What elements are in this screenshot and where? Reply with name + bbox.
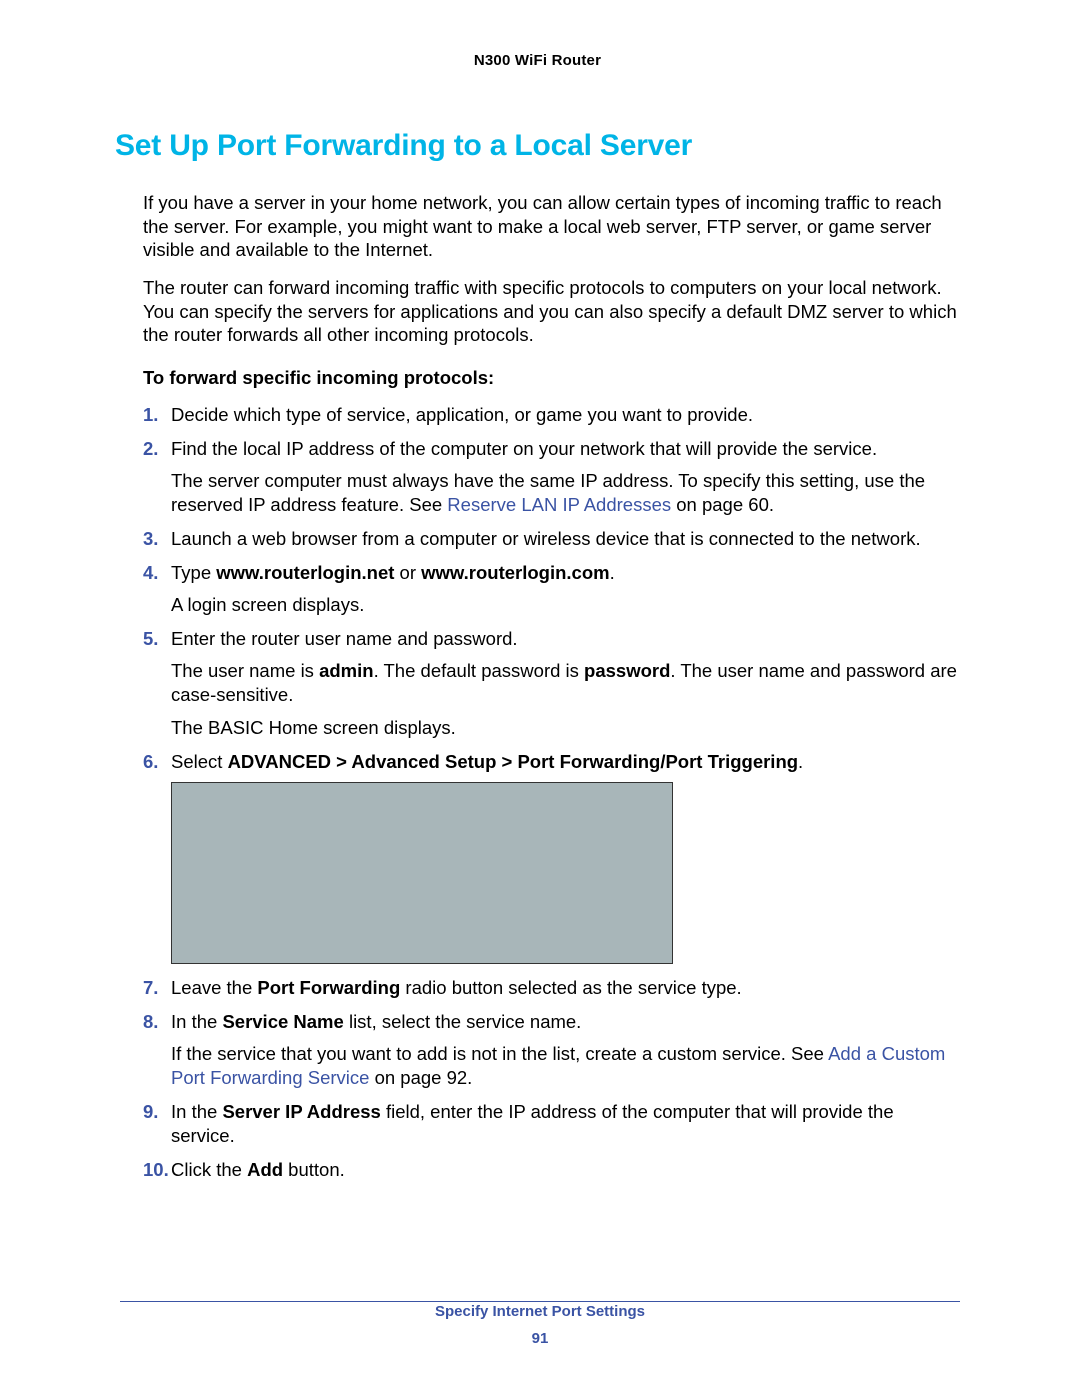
step-6-c: . <box>798 751 803 772</box>
step-4-sub: A login screen displays. <box>171 593 960 617</box>
step-6: Select ADVANCED > Advanced Setup > Port … <box>143 750 960 964</box>
step-9-a: In the <box>171 1101 222 1122</box>
step-10-a: Click the <box>171 1159 247 1180</box>
step-7-c: radio button selected as the service typ… <box>400 977 741 998</box>
step-4-end: . <box>610 562 615 583</box>
step-2: Find the local IP address of the compute… <box>143 437 960 517</box>
footer: Specify Internet Port Settings 91 <box>0 1303 1080 1347</box>
step-10: Click the Add button. <box>143 1158 960 1182</box>
step-4-a: Type <box>171 562 216 583</box>
step-8: In the Service Name list, select the ser… <box>143 1010 960 1090</box>
step-5-sub1-c: . The default password is <box>374 660 584 681</box>
step-5-sub2: The BASIC Home screen displays. <box>171 716 960 740</box>
step-8-sub-a: If the service that you want to add is n… <box>171 1043 828 1064</box>
step-4: Type www.routerlogin.net or www.routerlo… <box>143 561 960 617</box>
step-7-b: Port Forwarding <box>257 977 400 998</box>
footer-rule <box>120 1301 960 1302</box>
procedure-title: To forward specific incoming protocols: <box>143 367 960 389</box>
step-1: Decide which type of service, applicatio… <box>143 403 960 427</box>
step-8-sub-b: on page 92. <box>369 1067 472 1088</box>
intro-paragraph-2: The router can forward incoming traffic … <box>143 276 960 347</box>
screenshot-placeholder <box>171 782 673 964</box>
step-9: In the Server IP Address field, enter th… <box>143 1100 960 1148</box>
step-7-a: Leave the <box>171 977 257 998</box>
step-8-a: In the <box>171 1011 222 1032</box>
step-2-sub-b: on page 60. <box>671 494 774 515</box>
step-4-url2: www.routerlogin.com <box>421 562 609 583</box>
step-1-text: Decide which type of service, applicatio… <box>171 404 753 425</box>
header-product-title: N300 WiFi Router <box>115 52 960 69</box>
step-5-password: password <box>584 660 670 681</box>
step-3-text: Launch a web browser from a computer or … <box>171 528 921 549</box>
step-8-sub: If the service that you want to add is n… <box>171 1042 960 1090</box>
step-8-c: list, select the service name. <box>344 1011 582 1032</box>
steps-list: Decide which type of service, applicatio… <box>143 403 960 1182</box>
page: N300 WiFi Router Set Up Port Forwarding … <box>0 0 1080 1397</box>
step-5-sub1: The user name is admin. The default pass… <box>171 659 960 707</box>
step-5-sub1-a: The user name is <box>171 660 319 681</box>
step-5-text: Enter the router user name and password. <box>171 628 518 649</box>
intro-paragraph-1: If you have a server in your home networ… <box>143 191 960 262</box>
step-9-b: Server IP Address <box>222 1101 380 1122</box>
step-7: Leave the Port Forwarding radio button s… <box>143 976 960 1000</box>
step-6-path: ADVANCED > Advanced Setup > Port Forward… <box>228 751 798 772</box>
step-4-mid: or <box>394 562 421 583</box>
step-2-sub: The server computer must always have the… <box>171 469 960 517</box>
reserve-lan-link[interactable]: Reserve LAN IP Addresses <box>447 494 671 515</box>
step-10-c: button. <box>283 1159 345 1180</box>
step-4-url1: www.routerlogin.net <box>216 562 394 583</box>
step-3: Launch a web browser from a computer or … <box>143 527 960 551</box>
section-heading: Set Up Port Forwarding to a Local Server <box>115 129 960 163</box>
step-2-text: Find the local IP address of the compute… <box>171 438 877 459</box>
step-10-b: Add <box>247 1159 283 1180</box>
step-5-admin: admin <box>319 660 373 681</box>
step-5: Enter the router user name and password.… <box>143 627 960 739</box>
step-8-b: Service Name <box>222 1011 343 1032</box>
footer-chapter: Specify Internet Port Settings <box>0 1303 1080 1320</box>
step-6-a: Select <box>171 751 228 772</box>
footer-page-number: 91 <box>0 1330 1080 1347</box>
